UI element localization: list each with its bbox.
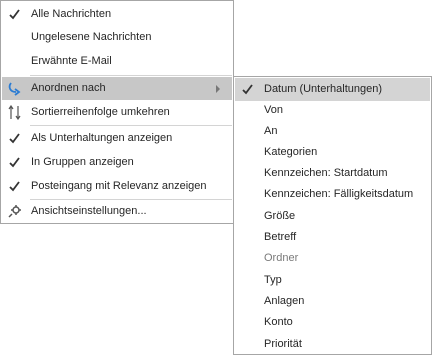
checkmark-icon xyxy=(9,157,20,168)
menu-item-label: Anordnen nach xyxy=(31,82,106,94)
submenu-item-type[interactable]: Typ xyxy=(235,269,430,292)
menu-item-label: Sortierreihenfolge umkehren xyxy=(31,106,170,118)
submenu-item-label: Priorität xyxy=(264,338,302,350)
menu-item-all-messages[interactable]: Alle Nachrichten xyxy=(2,3,232,26)
menu-item-label: Erwähnte E-Mail xyxy=(31,55,112,67)
submenu-item-importance[interactable]: Priorität xyxy=(235,333,430,356)
submenu-item-to[interactable]: An xyxy=(235,120,430,143)
menu-item-label: Alle Nachrichten xyxy=(31,8,112,20)
submenu-item-flag-due-date[interactable]: Kennzeichen: Fälligkeitsdatum xyxy=(235,183,430,206)
submenu-item-label: Ordner xyxy=(264,252,299,264)
menu-item-mentioned-mail[interactable]: Erwähnte E-Mail xyxy=(2,50,232,73)
submenu-item-date-conversations[interactable]: Datum (Unterhaltungen) xyxy=(235,78,430,101)
submenu-item-label: Konto xyxy=(264,316,293,328)
submenu-item-subject[interactable]: Betreff xyxy=(235,226,430,249)
checkmark-icon xyxy=(242,84,253,95)
reverse-sort-icon xyxy=(8,105,21,120)
checkmark-icon xyxy=(9,9,20,20)
menu-item-show-in-groups[interactable]: In Gruppen anzeigen xyxy=(2,151,232,174)
submenu-item-categories[interactable]: Kategorien xyxy=(235,141,430,164)
menu-item-focused-inbox[interactable]: Posteingang mit Relevanz anzeigen xyxy=(2,175,232,198)
submenu-item-label: An xyxy=(264,125,278,137)
submenu-item-flag-start-date[interactable]: Kennzeichen: Startdatum xyxy=(235,162,430,185)
checkmark-icon xyxy=(9,133,20,144)
view-settings-icon xyxy=(8,205,21,218)
submenu-item-label: Datum (Unterhaltungen) xyxy=(264,83,383,95)
menu-item-label: Als Unterhaltungen anzeigen xyxy=(31,132,173,144)
menu-item-show-as-conversations[interactable]: Als Unterhaltungen anzeigen xyxy=(2,127,232,150)
checkmark-icon xyxy=(9,181,20,192)
menu-item-label: In Gruppen anzeigen xyxy=(31,156,134,168)
submenu-item-label: Typ xyxy=(264,274,282,286)
submenu-item-label: Anlagen xyxy=(264,295,305,307)
sort-arrow-icon xyxy=(8,82,21,96)
menu-item-reverse-sort[interactable]: Sortierreihenfolge umkehren xyxy=(2,101,232,124)
menu-separator xyxy=(30,125,232,126)
menu-item-view-settings[interactable]: Ansichtseinstellungen... xyxy=(2,200,232,223)
menu-item-label: Ungelesene Nachrichten xyxy=(31,31,152,43)
submenu-item-label: Kennzeichen: Fälligkeitsdatum xyxy=(264,188,414,200)
submenu-item-label: Kategorien xyxy=(264,146,318,158)
menu-separator xyxy=(30,75,232,76)
submenu-arrow-icon xyxy=(216,85,220,93)
submenu-item-folder: Ordner xyxy=(235,247,430,270)
menu-item-label: Ansichtseinstellungen... xyxy=(31,205,147,217)
submenu-item-size[interactable]: Größe xyxy=(235,205,430,228)
menu-item-arrange-by[interactable]: Anordnen nach xyxy=(2,77,232,100)
arrange-by-submenu: Datum (Unterhaltungen) Von An Kategorien… xyxy=(233,76,432,355)
submenu-item-account[interactable]: Konto xyxy=(235,311,430,334)
view-context-menu: Alle Nachrichten Ungelesene Nachrichten … xyxy=(0,0,234,224)
submenu-item-from[interactable]: Von xyxy=(235,99,430,122)
submenu-item-label: Kennzeichen: Startdatum xyxy=(264,167,388,179)
submenu-item-label: Größe xyxy=(264,210,296,222)
submenu-item-attachments[interactable]: Anlagen xyxy=(235,290,430,313)
menu-item-unread-messages[interactable]: Ungelesene Nachrichten xyxy=(2,26,232,49)
submenu-item-label: Von xyxy=(264,104,283,116)
submenu-item-label: Betreff xyxy=(264,231,297,243)
menu-item-label: Posteingang mit Relevanz anzeigen xyxy=(31,180,207,192)
